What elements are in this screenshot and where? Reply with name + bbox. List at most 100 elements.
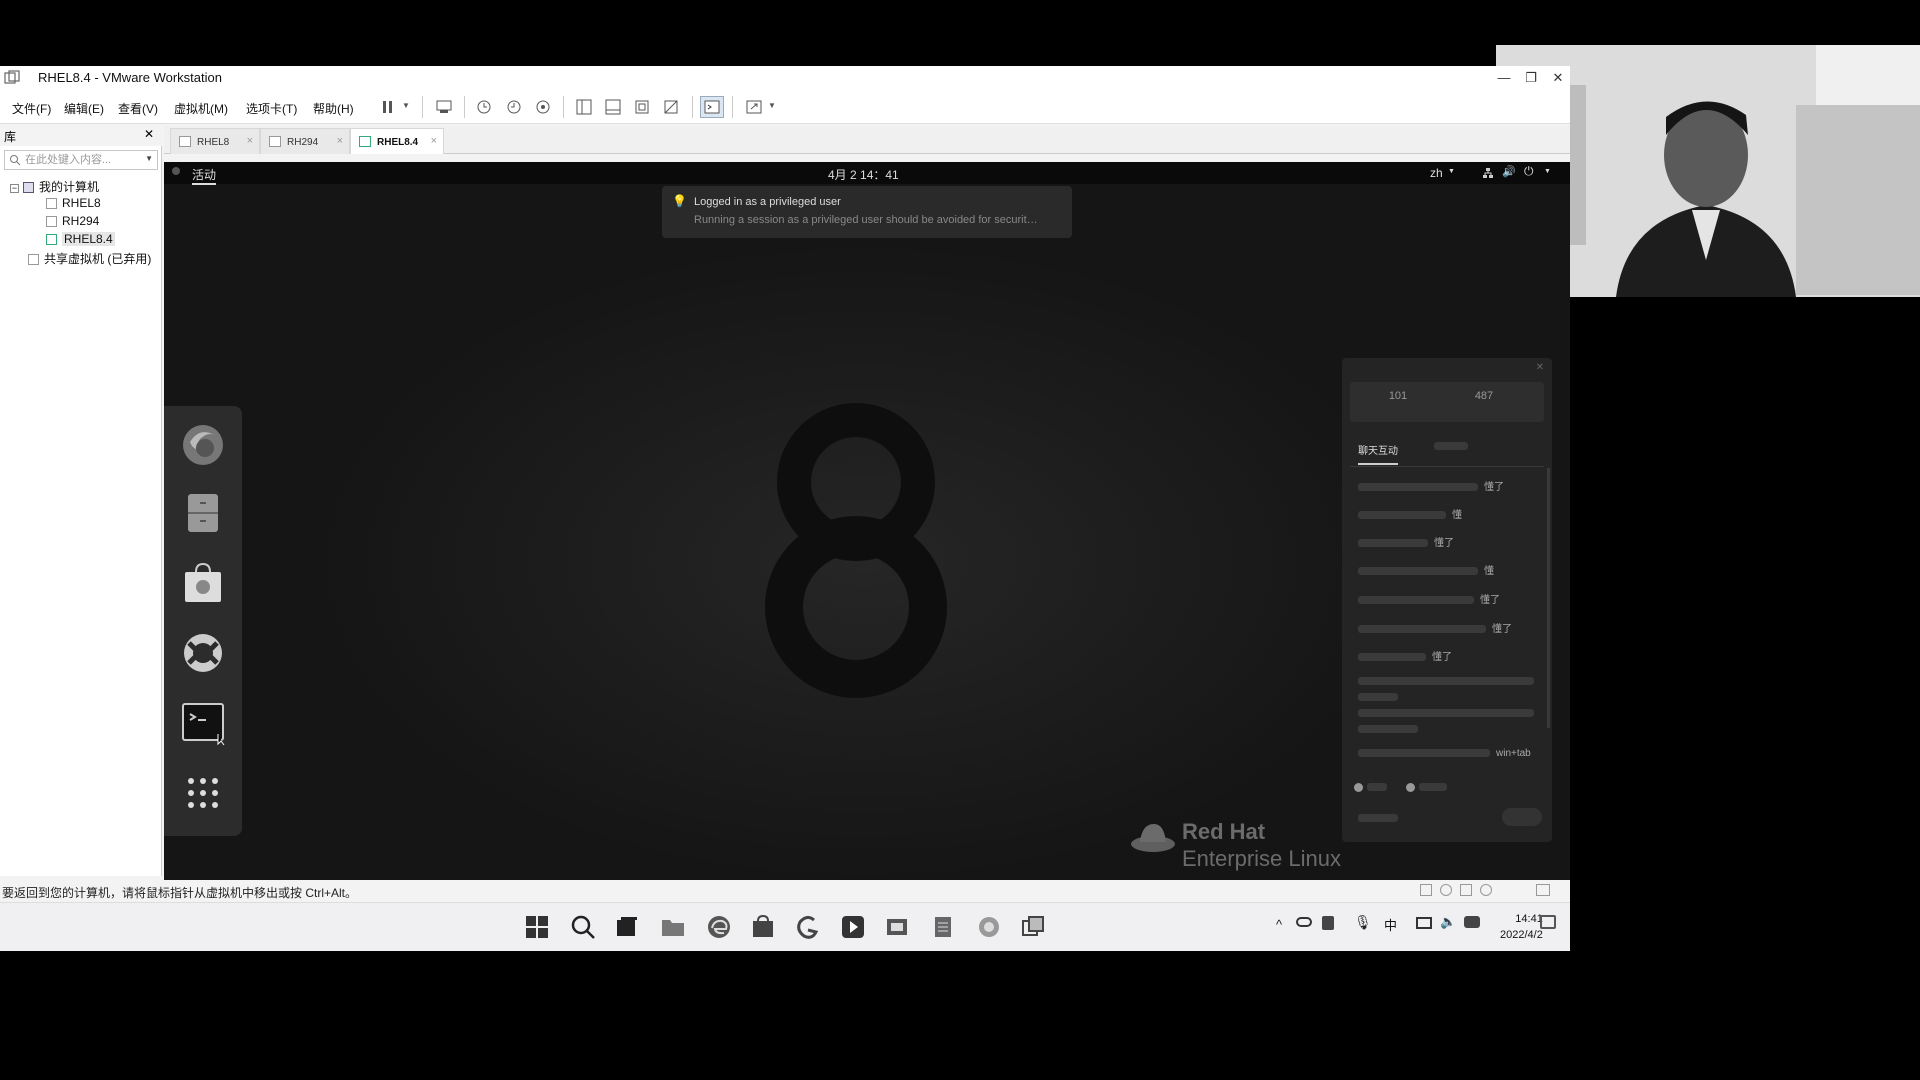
gnome-dash: [164, 406, 242, 836]
radio-icon[interactable]: [1405, 782, 1415, 792]
cloud-icon[interactable]: [1296, 917, 1312, 927]
stretch-dropdown-icon[interactable]: ▼: [768, 101, 776, 110]
security-icon[interactable]: [1322, 916, 1334, 930]
stretch-button[interactable]: [742, 96, 766, 118]
software-icon[interactable]: [180, 560, 226, 606]
system-menu-dropdown-icon[interactable]: ▼: [1544, 168, 1551, 175]
chat-message-text: win+tab: [1496, 748, 1531, 759]
send-ctrl-alt-del-button[interactable]: [432, 96, 456, 118]
menu-edit[interactable]: 编辑(E): [64, 100, 104, 117]
menu-tabs[interactable]: 选项卡(T): [246, 100, 297, 117]
message-log-icon[interactable]: [1536, 884, 1550, 896]
snapshot-button[interactable]: [472, 96, 496, 118]
activities-button[interactable]: 活动: [192, 166, 217, 185]
chat-message-text: 懂了: [1480, 595, 1500, 606]
tab-close-icon[interactable]: ×: [247, 135, 253, 147]
menu-vm[interactable]: 虚拟机(M): [174, 100, 228, 117]
vmware-app-icon[interactable]: [884, 914, 910, 940]
tree-vm-rhel8[interactable]: RHEL8: [46, 196, 101, 210]
keyboard-icon: [436, 100, 452, 113]
firefox-icon[interactable]: [180, 422, 226, 468]
close-window-button[interactable]: ✕: [1547, 68, 1569, 88]
pause-dropdown-icon[interactable]: ▼: [402, 101, 410, 110]
taskview-icon[interactable]: [614, 914, 640, 940]
tree-vm-rh294[interactable]: RH294: [46, 214, 99, 228]
revert-snapshot-button[interactable]: [502, 96, 526, 118]
chat-scrollbar[interactable]: [1547, 468, 1550, 728]
start-icon[interactable]: [524, 914, 550, 940]
app-icon[interactable]: [794, 914, 820, 940]
volume-icon[interactable]: 🔊: [1502, 165, 1516, 178]
full-screen-button[interactable]: [630, 96, 654, 118]
tab-label: RHEL8.4: [377, 137, 419, 148]
search-icon: [10, 155, 21, 166]
tree-my-computer[interactable]: − 我的计算机: [10, 178, 99, 195]
tree-shared-vms[interactable]: 共享虚拟机 (已弃用): [28, 250, 151, 267]
device-icon[interactable]: [1420, 884, 1432, 896]
ime-indicator[interactable]: 中: [1384, 915, 1397, 934]
display-icon[interactable]: [1416, 917, 1432, 929]
stretch-icon: [746, 100, 762, 114]
thumbnail-bar-button[interactable]: [601, 96, 625, 118]
notepad-icon[interactable]: [930, 914, 956, 940]
restore-button[interactable]: ❐: [1520, 68, 1542, 88]
media-icon[interactable]: [840, 914, 866, 940]
minimize-button[interactable]: —: [1493, 68, 1515, 88]
show-library-button[interactable]: [572, 96, 596, 118]
library-search-box[interactable]: ▼: [4, 150, 158, 170]
pause-button[interactable]: [376, 96, 400, 118]
edge-icon[interactable]: [706, 914, 732, 940]
vmware-icon[interactable]: [1020, 914, 1046, 940]
library-search-input[interactable]: [23, 152, 135, 168]
store-icon[interactable]: [750, 914, 776, 940]
vm-tab-icon: [359, 136, 371, 147]
tab-rhel84[interactable]: RHEL8.4 ×: [350, 128, 444, 154]
menu-help[interactable]: 帮助(H): [313, 100, 354, 117]
app-grid-icon[interactable]: [180, 770, 226, 816]
circle-app-icon[interactable]: [976, 914, 1002, 940]
chat-close-icon[interactable]: ✕: [1536, 362, 1544, 373]
chat-message: 懂: [1358, 506, 1462, 521]
terminal-icon[interactable]: [180, 700, 226, 746]
chat-tab-other[interactable]: [1434, 442, 1468, 450]
menu-bar: 文件(F) 编辑(E) 查看(V) 虚拟机(M) 选项卡(T) 帮助(H) ▼: [0, 90, 1570, 124]
search-icon[interactable]: [570, 914, 596, 940]
date-time[interactable]: 4月 2 14：41: [828, 166, 899, 183]
notification-center-icon[interactable]: [1540, 915, 1556, 929]
power-icon[interactable]: ⏻: [1524, 164, 1534, 179]
chat-tab-interaction[interactable]: 聊天互动: [1358, 442, 1398, 465]
search-dropdown-icon[interactable]: ▼: [145, 154, 153, 163]
tab-rh294[interactable]: RH294 ×: [260, 128, 350, 154]
help-icon[interactable]: [180, 630, 226, 676]
tray-overflow-icon[interactable]: ^: [1276, 917, 1282, 932]
network-icon[interactable]: [1482, 167, 1494, 179]
snapshot-manager-button[interactable]: [531, 96, 555, 118]
chat-send-button[interactable]: [1502, 808, 1542, 826]
speaker-icon[interactable]: 🔈: [1440, 914, 1456, 930]
device-icon[interactable]: [1440, 884, 1452, 896]
taskbar-clock[interactable]: 14:41 2022/4/2: [1500, 911, 1543, 943]
device-icon[interactable]: [1460, 884, 1472, 896]
tree-vm-rhel84[interactable]: RHEL8.4: [46, 232, 115, 246]
menu-view[interactable]: 查看(V): [118, 100, 158, 117]
console-view-button[interactable]: [700, 96, 724, 118]
language-dropdown-icon[interactable]: ▼: [1448, 168, 1455, 175]
activities-icon: [172, 167, 180, 175]
language-indicator[interactable]: zh: [1430, 166, 1443, 180]
radio-icon[interactable]: [1354, 782, 1363, 792]
redhat-logo: Red Hat Enterprise Linux: [1131, 818, 1341, 872]
menu-file[interactable]: 文件(F): [12, 100, 51, 117]
explorer-icon[interactable]: [660, 914, 686, 940]
tab-rhel8[interactable]: RHEL8 ×: [170, 128, 260, 154]
tab-close-icon[interactable]: ×: [337, 135, 343, 147]
wechat-icon[interactable]: [1464, 916, 1480, 928]
collapse-icon[interactable]: −: [10, 184, 19, 193]
library-close-button[interactable]: ✕: [144, 127, 154, 141]
microphone-icon[interactable]: 🎙: [1354, 914, 1372, 931]
files-icon[interactable]: [180, 490, 226, 536]
library-title: 库: [4, 130, 17, 144]
notification-banner[interactable]: 💡 Logged in as a privileged user Running…: [662, 186, 1072, 238]
tab-close-icon[interactable]: ×: [431, 135, 437, 147]
device-icon[interactable]: [1480, 884, 1492, 896]
unity-button[interactable]: [659, 96, 683, 118]
